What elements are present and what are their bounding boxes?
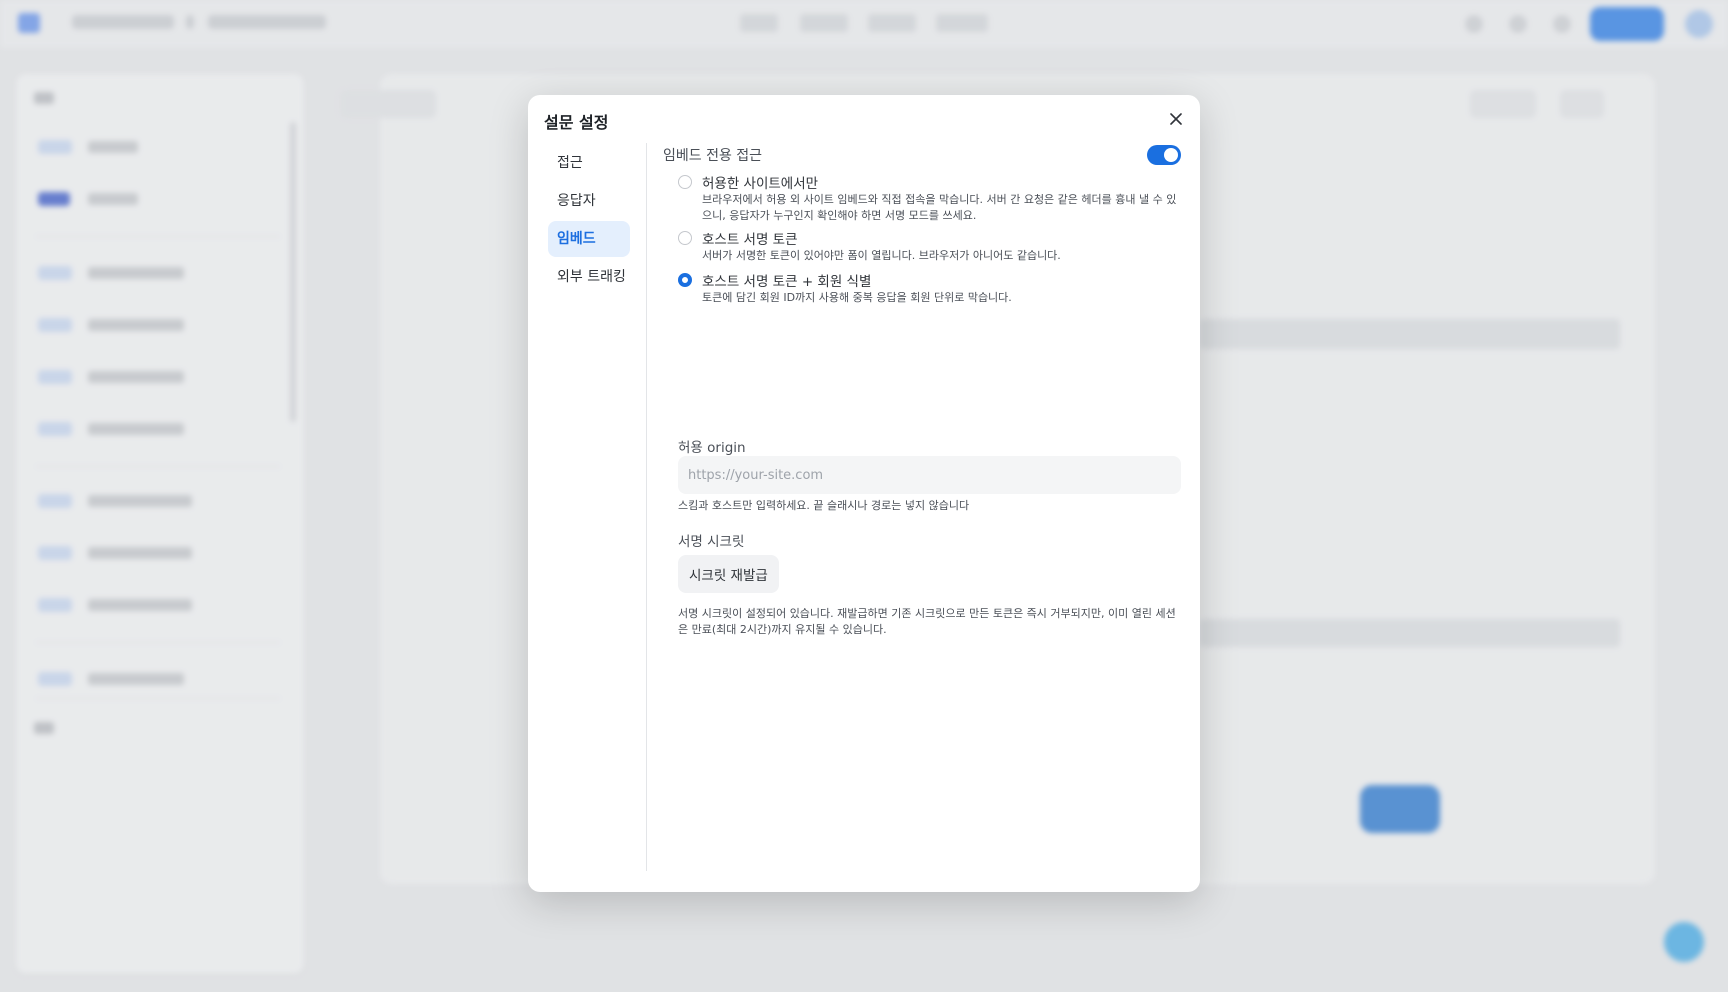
option-description: 서버가 서명한 토큰이 있어야만 폼이 열립니다. 브라우저가 아니어도 같습니… [702, 249, 1061, 262]
reissue-secret-button[interactable]: 시크릿 재발급 [678, 555, 779, 593]
radio-host-signed-token-member[interactable] [678, 273, 692, 287]
close-button[interactable] [1164, 107, 1188, 131]
embed-settings-panel: 임베드 전용 접근 허용한 사이트에서만 브라우저에서 허용 외 사이트 임베드… [663, 145, 1181, 636]
tab-respondents[interactable]: 응답자 [548, 183, 630, 219]
option-title: 호스트 서명 토큰 + 회원 식별 [702, 274, 872, 290]
embed-only-access-label: 임베드 전용 접근 [663, 148, 763, 164]
radio-allowed-sites[interactable] [678, 175, 692, 189]
option-title: 호스트 서명 토큰 [702, 232, 798, 248]
survey-settings-modal: 설문 설정 접근 응답자 임베드 외부 트래킹 임베드 전용 접근 허용한 사이… [528, 95, 1200, 892]
allowed-origin-input[interactable] [678, 456, 1181, 494]
secret-hint: 서명 시크릿이 설정되어 있습니다. 재발급하면 기존 시크릿으로 만든 토큰은… [678, 607, 1176, 636]
radio-host-signed-token[interactable] [678, 231, 692, 245]
modal-title: 설문 설정 [544, 113, 609, 132]
close-icon [1170, 113, 1182, 125]
option-description: 브라우저에서 허용 외 사이트 임베드와 직접 접속을 막습니다. 서버 간 요… [702, 193, 1177, 222]
allowed-origin-label: 허용 origin [678, 440, 746, 456]
embed-only-toggle[interactable] [1147, 145, 1181, 165]
option-title: 허용한 사이트에서만 [702, 176, 819, 192]
signing-secret-label: 서명 시크릿 [678, 534, 745, 550]
tab-access[interactable]: 접근 [548, 145, 630, 181]
settings-tabs: 접근 응답자 임베드 외부 트래킹 [548, 145, 630, 297]
tab-divider [646, 143, 647, 871]
toggle-knob [1164, 148, 1178, 162]
origin-hint: 스킴과 호스트만 입력하세요. 끝 슬래시나 경로는 넣지 않습니다 [678, 499, 970, 512]
tab-embed[interactable]: 임베드 [548, 221, 630, 257]
tab-external-tracking[interactable]: 외부 트래킹 [548, 259, 630, 295]
option-description: 토큰에 담긴 회원 ID까지 사용해 중복 응답을 회원 단위로 막습니다. [702, 291, 1012, 304]
